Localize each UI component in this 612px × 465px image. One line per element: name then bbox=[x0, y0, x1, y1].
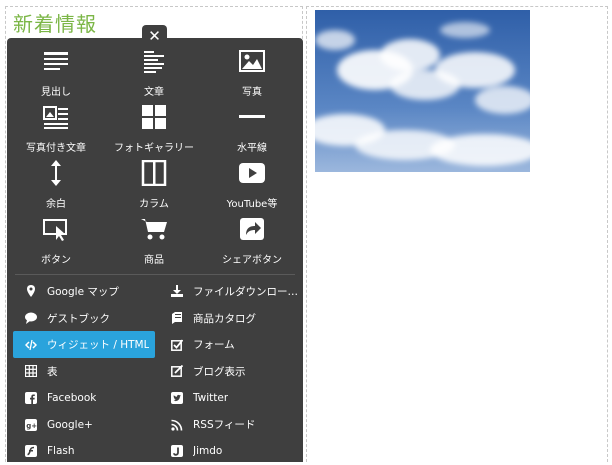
element-list: Google マップ ファイルダウンロー… ゲストブック 商品カタログウィジェット /… bbox=[13, 278, 303, 465]
tile-text[interactable]: 文章 bbox=[105, 44, 203, 100]
list-item-edit[interactable]: ブログ表示 bbox=[159, 358, 301, 385]
map-pin-icon bbox=[25, 285, 47, 298]
list-item-checkbox[interactable]: フォーム bbox=[159, 331, 301, 358]
flash-icon bbox=[25, 445, 47, 458]
list-item-speech-bubble[interactable]: ゲストブック bbox=[13, 305, 155, 332]
rss-icon bbox=[171, 419, 193, 431]
tile-spacing[interactable]: 余白 bbox=[7, 156, 105, 212]
list-item-label: ゲストブック bbox=[47, 312, 110, 325]
checkbox-icon bbox=[171, 339, 193, 351]
tile-label: フォトギャラリー bbox=[114, 143, 194, 154]
list-item-book[interactable]: 商品カタログ bbox=[159, 305, 301, 332]
list-item-google-plus[interactable]: g+ Google+ bbox=[13, 411, 155, 438]
list-item-label: Google マップ bbox=[47, 285, 119, 298]
list-item-label: RSSフィード bbox=[193, 419, 256, 432]
list-item-rss[interactable]: RSSフィード bbox=[159, 411, 301, 438]
list-item-label: 商品カタログ bbox=[193, 312, 256, 325]
google-plus-icon: g+ bbox=[25, 418, 47, 431]
tile-button[interactable]: ボタン bbox=[7, 212, 105, 268]
list-item-label: Flash bbox=[47, 445, 75, 458]
tile-label: 写真 bbox=[242, 87, 262, 98]
share-icon bbox=[238, 216, 266, 246]
tile-column[interactable]: カラム bbox=[105, 156, 203, 212]
tile-label: 見出し bbox=[41, 87, 71, 98]
tile-share[interactable]: シェアボタン bbox=[203, 212, 301, 268]
page-heading[interactable]: 新着情報 bbox=[13, 8, 97, 37]
panel-divider bbox=[15, 274, 295, 275]
list-item-label: Twitter bbox=[193, 392, 229, 405]
element-tile-grid: 見出し 文章 写真写真付き文章 フォトギャラリー 水平線余白 カラム YouTube等ボタン… bbox=[7, 44, 303, 268]
tile-label: シェアボタン bbox=[222, 255, 282, 266]
list-item-jimdo[interactable]: Jimdo bbox=[159, 438, 301, 465]
list-item-table[interactable]: 表 bbox=[13, 358, 155, 385]
list-item-label: フォーム bbox=[193, 339, 235, 352]
list-item-label: Google+ bbox=[47, 418, 93, 431]
video-icon bbox=[238, 160, 266, 190]
list-item-label: Jimdo bbox=[193, 445, 223, 458]
download-icon bbox=[171, 285, 193, 298]
list-item-code[interactable]: ウィジェット / HTML bbox=[13, 331, 155, 359]
list-item-map-pin[interactable]: Google マップ bbox=[13, 278, 155, 305]
list-item-facebook[interactable]: Facebook bbox=[13, 385, 155, 412]
button-icon bbox=[42, 216, 70, 246]
horizontal-line-icon bbox=[238, 104, 266, 134]
tile-heading[interactable]: 見出し bbox=[7, 44, 105, 100]
tile-label: 写真付き文章 bbox=[26, 143, 86, 154]
list-item-download[interactable]: ファイルダウンロー… bbox=[159, 278, 301, 305]
list-item-label: 表 bbox=[47, 365, 58, 378]
tile-gallery[interactable]: フォトギャラリー bbox=[105, 100, 203, 156]
tile-label: 水平線 bbox=[237, 143, 267, 154]
tile-label: 文章 bbox=[144, 87, 164, 98]
heading-icon bbox=[42, 48, 70, 78]
tile-photo[interactable]: 写真 bbox=[203, 44, 301, 100]
tile-label: 余白 bbox=[46, 199, 66, 210]
tile-label: YouTube等 bbox=[226, 199, 278, 210]
list-item-label: ウィジェット / HTML bbox=[47, 339, 150, 352]
photo-text-icon bbox=[42, 104, 70, 134]
list-item-flash[interactable]: Flash bbox=[13, 438, 155, 465]
book-icon bbox=[171, 312, 193, 325]
spacing-icon bbox=[42, 160, 70, 190]
text-icon bbox=[140, 48, 168, 78]
twitter-icon bbox=[171, 392, 193, 405]
edit-icon bbox=[171, 365, 193, 378]
tile-label: カラム bbox=[139, 199, 169, 210]
tile-label: 商品 bbox=[144, 255, 164, 266]
list-item-twitter[interactable]: Twitter bbox=[159, 385, 301, 412]
jimdo-icon bbox=[171, 445, 193, 458]
column-icon bbox=[140, 159, 168, 190]
list-item-label: ブログ表示 bbox=[193, 365, 246, 378]
tile-photo-text[interactable]: 写真付き文章 bbox=[7, 100, 105, 156]
table-icon bbox=[25, 365, 47, 378]
close-button[interactable]: ✕ bbox=[142, 25, 167, 45]
gallery-icon bbox=[140, 104, 168, 134]
code-icon bbox=[25, 339, 47, 351]
tile-horizontal-line[interactable]: 水平線 bbox=[203, 100, 301, 156]
photo-icon bbox=[238, 48, 266, 78]
tile-cart[interactable]: 商品 bbox=[105, 212, 203, 268]
list-item-label: Facebook bbox=[47, 392, 97, 405]
add-element-panel: 見出し 文章 写真写真付き文章 フォトギャラリー 水平線余白 カラム YouTube等ボタン… bbox=[7, 38, 303, 462]
tile-label: ボタン bbox=[41, 255, 71, 266]
facebook-icon bbox=[25, 392, 47, 405]
cart-icon bbox=[140, 216, 168, 246]
speech-bubble-icon bbox=[25, 312, 47, 325]
list-item-label: ファイルダウンロー… bbox=[193, 285, 298, 298]
svg-text:g+: g+ bbox=[26, 422, 37, 430]
tile-video[interactable]: YouTube等 bbox=[203, 156, 301, 212]
close-icon[interactable]: ✕ bbox=[148, 27, 161, 45]
sky-photo[interactable] bbox=[315, 10, 530, 172]
